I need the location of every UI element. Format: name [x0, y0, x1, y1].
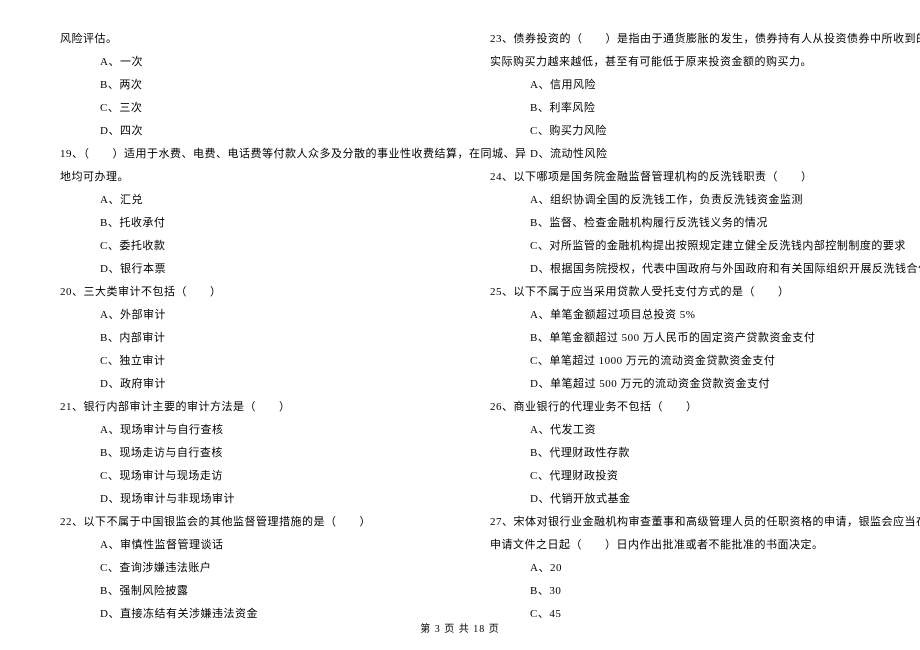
q19-option-b: B、托收承付 — [60, 212, 420, 235]
q24-option-b: B、监督、检查金融机构履行反洗钱义务的情况 — [490, 212, 880, 235]
q22-option-a: A、审慎性监督管理谈话 — [60, 534, 420, 557]
q23-option-d: D、流动性风险 — [490, 143, 880, 166]
q19-option-a: A、汇兑 — [60, 189, 420, 212]
q25-option-a: A、单笔金额超过项目总投资 5% — [490, 304, 880, 327]
q19-stem-line2: 地均可办理。 — [60, 166, 420, 189]
q18-option-c: C、三次 — [60, 97, 420, 120]
q23-stem-line1: 23、债券投资的（ ）是指由于通货膨胀的发生，债券持有人从投资债券中所收到的金钱… — [490, 28, 880, 51]
q21-stem: 21、银行内部审计主要的审计方法是（ ） — [60, 396, 420, 419]
q27-stem-line2: 申请文件之日起（ ）日内作出批准或者不能批准的书面决定。 — [490, 534, 880, 557]
left-column: 风险评估。 A、一次 B、两次 C、三次 D、四次 19、（ ）适用于水费、电费… — [0, 28, 460, 618]
q26-option-c: C、代理财政投资 — [490, 465, 880, 488]
q22-option-c: C、查询涉嫌违法账户 — [60, 557, 420, 580]
q26-stem: 26、商业银行的代理业务不包括（ ） — [490, 396, 880, 419]
q22-option-b: B、强制风险披露 — [60, 580, 420, 603]
right-column: 23、债券投资的（ ）是指由于通货膨胀的发生，债券持有人从投资债券中所收到的金钱… — [460, 28, 920, 618]
q25-stem: 25、以下不属于应当采用贷款人受托支付方式的是（ ） — [490, 281, 880, 304]
q19-stem-line1: 19、（ ）适用于水费、电费、电话费等付款人众多及分散的事业性收费结算，在同城、… — [60, 143, 420, 166]
q24-option-c: C、对所监管的金融机构提出按照规定建立健全反洗钱内部控制制度的要求 — [490, 235, 880, 258]
q23-option-b: B、利率风险 — [490, 97, 880, 120]
q18-intro: 风险评估。 — [60, 28, 420, 51]
q20-option-d: D、政府审计 — [60, 373, 420, 396]
q27-option-b: B、30 — [490, 580, 880, 603]
q23-option-c: C、购买力风险 — [490, 120, 880, 143]
q26-option-b: B、代理财政性存款 — [490, 442, 880, 465]
q20-option-c: C、独立审计 — [60, 350, 420, 373]
q25-option-d: D、单笔超过 500 万元的流动资金贷款资金支付 — [490, 373, 880, 396]
q26-option-a: A、代发工资 — [490, 419, 880, 442]
q18-option-a: A、一次 — [60, 51, 420, 74]
q18-option-d: D、四次 — [60, 120, 420, 143]
q18-option-b: B、两次 — [60, 74, 420, 97]
q19-option-d: D、银行本票 — [60, 258, 420, 281]
q21-option-d: D、现场审计与非现场审计 — [60, 488, 420, 511]
q25-option-b: B、单笔金额超过 500 万人民币的固定资产贷款资金支付 — [490, 327, 880, 350]
q23-option-a: A、信用风险 — [490, 74, 880, 97]
q21-option-c: C、现场审计与现场走访 — [60, 465, 420, 488]
q20-option-b: B、内部审计 — [60, 327, 420, 350]
q24-stem: 24、以下哪项是国务院金融监督管理机构的反洗钱职责（ ） — [490, 166, 880, 189]
q20-stem: 20、三大类审计不包括（ ） — [60, 281, 420, 304]
q25-option-c: C、单笔超过 1000 万元的流动资金贷款资金支付 — [490, 350, 880, 373]
q26-option-d: D、代销开放式基金 — [490, 488, 880, 511]
q21-option-a: A、现场审计与自行查核 — [60, 419, 420, 442]
content-columns: 风险评估。 A、一次 B、两次 C、三次 D、四次 19、（ ）适用于水费、电费… — [0, 28, 920, 618]
q24-option-a: A、组织协调全国的反洗钱工作，负责反洗钱资金监测 — [490, 189, 880, 212]
q27-stem-line1: 27、宋体对银行业金融机构审查董事和高级管理人员的任职资格的申请，银监会应当在自… — [490, 511, 880, 534]
q20-option-a: A、外部审计 — [60, 304, 420, 327]
q22-stem: 22、以下不属于中国银监会的其他监督管理措施的是（ ） — [60, 511, 420, 534]
page-footer: 第 3 页 共 18 页 — [0, 620, 920, 635]
q24-option-d: D、根据国务院授权，代表中国政府与外国政府和有关国际组织开展反洗钱合作 — [490, 258, 880, 281]
q23-stem-line2: 实际购买力越来越低，甚至有可能低于原来投资金额的购买力。 — [490, 51, 880, 74]
q19-option-c: C、委托收款 — [60, 235, 420, 258]
q27-option-a: A、20 — [490, 557, 880, 580]
q21-option-b: B、现场走访与自行查核 — [60, 442, 420, 465]
